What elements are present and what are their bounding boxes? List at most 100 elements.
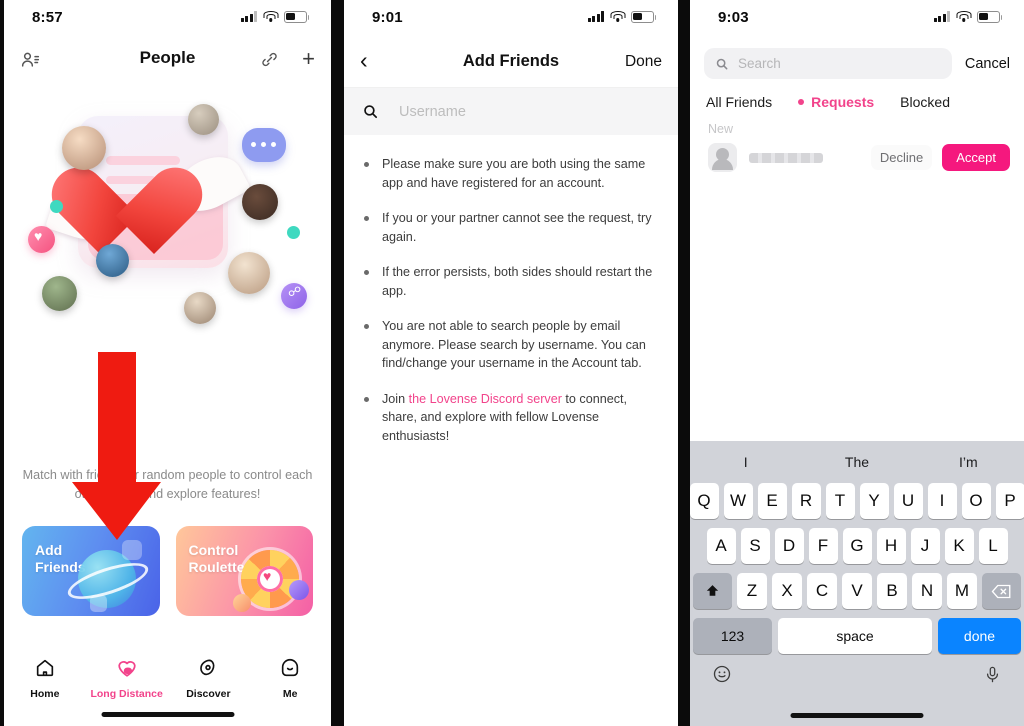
search-input[interactable]: Search [704,48,952,79]
numbers-key[interactable]: 123 [693,618,772,654]
cancel-button[interactable]: Cancel [965,56,1010,72]
backspace-icon [991,584,1011,598]
list-item-discord: Join the Lovense Discord server to conne… [360,390,660,446]
key-p[interactable]: P [995,483,1024,519]
tab-blocked[interactable]: Blocked [900,94,950,110]
suggestion-3[interactable]: I’m [913,454,1024,470]
tab-discover-label: Discover [186,688,231,700]
key-o[interactable]: O [961,483,991,519]
home-icon [36,659,54,677]
key-q[interactable]: Q [690,483,719,519]
tab-long-distance-label: Long Distance [90,688,163,700]
key-h[interactable]: H [876,528,906,564]
done-button[interactable]: Done [625,53,662,71]
key-y[interactable]: Y [859,483,889,519]
key-f[interactable]: F [808,528,838,564]
key-n[interactable]: N [912,573,942,609]
key-s[interactable]: S [740,528,770,564]
suggestion-1[interactable]: I [690,454,801,470]
tab-long-distance[interactable]: Long Distance [86,657,168,700]
planet-illustration [63,538,152,612]
key-z[interactable]: Z [737,573,767,609]
people-header: People + [4,38,331,84]
avatar-3 [242,184,278,220]
status-bar: 9:03 [690,0,1024,38]
tab-all-friends[interactable]: All Friends [706,94,772,110]
search-icon [364,105,378,119]
home-indicator [790,713,924,718]
discord-prefix: Join [382,391,409,406]
shift-key[interactable] [693,573,732,609]
space-key[interactable]: space [778,618,932,654]
key-u[interactable]: U [893,483,923,519]
bullet-dot [364,270,369,275]
key-j[interactable]: J [910,528,940,564]
key-b[interactable]: B [877,573,907,609]
list-item: If you or your partner cannot see the re… [360,209,660,246]
avatar-4 [96,244,129,277]
status-time: 8:57 [32,9,63,26]
tab-home[interactable]: Home [4,657,86,700]
key-g[interactable]: G [842,528,872,564]
discord-server-link[interactable]: the Lovense Discord server [409,392,562,406]
key-a[interactable]: A [706,528,736,564]
suggestion-bar: I The I’m [690,441,1024,483]
status-icons [587,11,657,23]
list-item: You are not able to search people by ema… [360,317,660,373]
keyboard-bottom-row [690,660,1024,689]
cellular-signal-icon [240,11,257,23]
wifi-icon [610,11,625,22]
compass-icon [200,659,215,676]
add-friends-header: ‹ Add Friends Done [344,38,678,88]
keyboard-row-1: Q W E R T Y U I O P [690,483,1024,519]
heart-bubble-icon [28,226,55,253]
avatar [708,143,737,172]
key-c[interactable]: C [807,573,837,609]
emoji-key[interactable] [712,664,732,689]
keyboard-row-2: A S D F G H J K L [690,528,1024,564]
bullet-dot [364,324,369,329]
tab-requests[interactable]: Requests [798,94,874,110]
suggestion-2[interactable]: The [801,454,912,470]
shift-icon [706,584,719,596]
key-i[interactable]: I [927,483,957,519]
accept-button[interactable]: Accept [942,144,1010,171]
avatar-1 [188,104,219,135]
key-l[interactable]: L [978,528,1008,564]
bullet-dot [364,396,369,402]
key-m[interactable]: M [947,573,977,609]
friend-request-row: Decline Accept [690,140,1024,172]
list-item: If the error persists, both sides should… [360,263,660,300]
key-w[interactable]: W [723,483,753,519]
username-search-bar[interactable]: Username [344,88,678,135]
link-icon[interactable] [260,50,279,74]
dictation-key[interactable] [983,665,1002,689]
key-t[interactable]: T [825,483,855,519]
wifi-icon [263,11,278,22]
bullet-text: If you or your partner cannot see the re… [382,211,652,244]
battery-icon [977,11,1003,23]
done-key[interactable]: done [938,618,1021,654]
tab-home-label: Home [30,688,60,700]
key-k[interactable]: K [944,528,974,564]
backspace-key[interactable] [982,573,1021,609]
key-v[interactable]: V [842,573,872,609]
bullet-text: Please make sure you are both using the … [382,157,646,190]
key-e[interactable]: E [757,483,787,519]
key-d[interactable]: D [774,528,804,564]
requester-name-redacted [749,152,823,163]
keyboard-row-3: Z X C V B N M [690,573,1024,609]
heart-icon [117,661,136,677]
key-x[interactable]: X [772,573,802,609]
home-indicator [101,712,234,717]
decline-button[interactable]: Decline [870,145,933,170]
tab-me[interactable]: Me [249,657,331,700]
avatar-6 [228,252,270,294]
wifi-icon [956,11,971,22]
control-roulette-card[interactable]: Control Roulette [175,526,313,616]
status-time: 9:01 [372,9,403,26]
key-r[interactable]: R [791,483,821,519]
tab-discover[interactable]: Discover [168,657,250,700]
hero-illustration [4,84,331,414]
plus-icon[interactable]: + [302,48,315,70]
